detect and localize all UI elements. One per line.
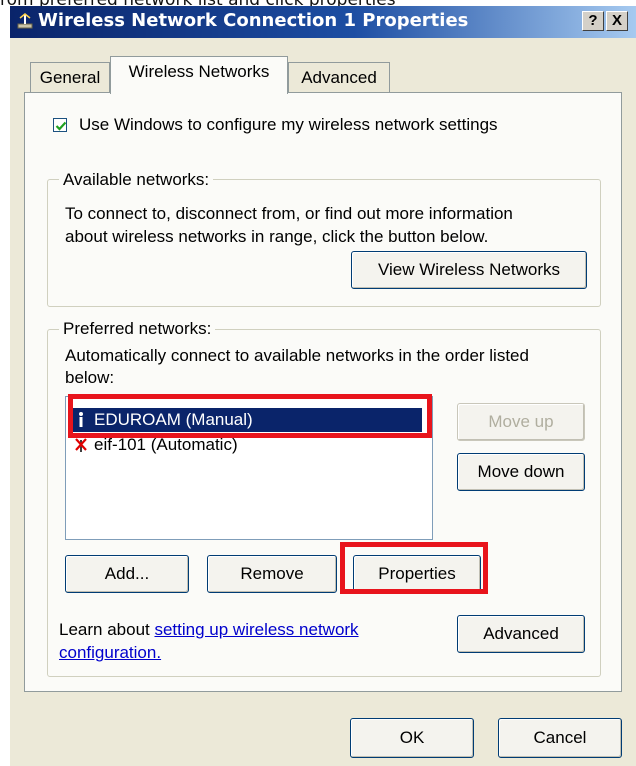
remove-button[interactable]: Remove bbox=[207, 555, 337, 593]
learn-about-line2: configuration. bbox=[59, 642, 161, 663]
learn-link-line2[interactable]: configuration. bbox=[59, 643, 161, 662]
properties-dialog: Wireless Network Connection 1 Properties… bbox=[10, 6, 636, 766]
move-up-button[interactable]: Move up bbox=[457, 403, 585, 441]
use-windows-label: Use Windows to configure my wireless net… bbox=[79, 115, 498, 134]
learn-link-line1[interactable]: setting up wireless network bbox=[154, 620, 358, 639]
cancel-button[interactable]: Cancel bbox=[498, 718, 622, 758]
available-desc-line1: To connect to, disconnect from, or find … bbox=[65, 204, 513, 223]
network-unavailable-icon bbox=[75, 438, 87, 452]
checkmark-icon bbox=[55, 121, 67, 131]
ok-button[interactable]: OK bbox=[350, 718, 474, 758]
use-windows-checkbox[interactable] bbox=[53, 118, 67, 132]
tab-advanced[interactable]: Advanced bbox=[288, 62, 390, 92]
view-wireless-networks-button[interactable]: View Wireless Networks bbox=[351, 251, 587, 289]
learn-about-text: Learn about setting up wireless network bbox=[59, 619, 359, 640]
learn-prefix: Learn about bbox=[59, 620, 155, 639]
preferred-desc-line2: below: bbox=[65, 368, 115, 387]
close-button[interactable]: X bbox=[606, 11, 628, 31]
selected-network-highlight bbox=[68, 394, 432, 438]
network-connection-icon bbox=[17, 13, 33, 29]
preferred-desc-line1: Automatically connect to available netwo… bbox=[65, 346, 529, 365]
help-button[interactable]: ? bbox=[582, 11, 604, 31]
tab-general[interactable]: General bbox=[30, 62, 110, 92]
move-down-button[interactable]: Move down bbox=[457, 453, 585, 491]
properties-button-highlight bbox=[340, 542, 488, 594]
preferred-networks-legend: Preferred networks: bbox=[59, 319, 216, 339]
tab-wireless-networks[interactable]: Wireless Networks bbox=[110, 56, 288, 94]
available-networks-legend: Available networks: bbox=[59, 170, 214, 190]
title-bar[interactable]: Wireless Network Connection 1 Properties… bbox=[10, 6, 636, 38]
advanced-button[interactable]: Advanced bbox=[457, 615, 585, 653]
tab-panel: Use Windows to configure my wireless net… bbox=[24, 92, 622, 692]
add-button[interactable]: Add... bbox=[65, 555, 189, 593]
window-title: Wireless Network Connection 1 Properties bbox=[38, 10, 469, 31]
available-desc-line2: about wireless networks in range, click … bbox=[65, 227, 489, 246]
